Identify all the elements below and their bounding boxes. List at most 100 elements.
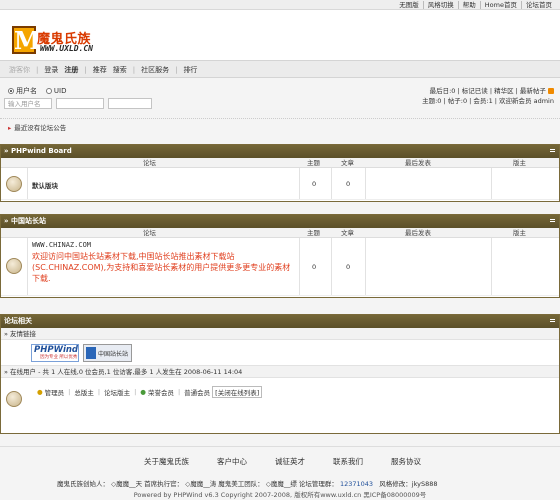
forum-icon [6, 258, 22, 274]
radio-username-label: 用户名 [16, 87, 37, 95]
honor-icon: ● [140, 388, 146, 396]
forum-name[interactable]: 默认版块 [32, 180, 58, 190]
board-chinaz: » 中国站长站 论坛 主题 文章 最后发表 版主 WWW.CHINAZ.COM … [0, 214, 560, 298]
no-image-link[interactable]: 无图版 [395, 1, 423, 9]
col-posts: 文章 [341, 159, 354, 167]
captcha-input[interactable] [108, 98, 152, 109]
nav-ranking[interactable]: 排行 [180, 65, 200, 75]
nav-register[interactable]: 注册 [61, 65, 81, 75]
board-title: » PHPwind Board [1, 145, 559, 158]
friend-links-row: PHPWind 因为专业 所以优秀 中国站长站 [1, 340, 559, 366]
mark-read-link[interactable]: 标记已读 [462, 87, 488, 95]
collapse-icon[interactable] [550, 219, 555, 222]
staff-line: 魔鬼氏族创始人： ◇魔魔__天 首席执行官： ◇魔魔__涛 魔鬼美工团队： ◇魔… [57, 478, 438, 488]
announcement-bar: ▸ 最近没有论坛公告 [0, 118, 560, 132]
nav-separator: | [132, 66, 136, 74]
forum-home-link[interactable]: 论坛首页 [521, 1, 556, 9]
col-forum: 论坛 [143, 229, 156, 237]
online-users-row: ● 管理员 | 总版主 | 论坛版主 | ● 荣誉会员 | 普通会员 [关闭在线列表… [1, 378, 559, 432]
legend-member: 普通会员 [184, 389, 211, 397]
radio-uid[interactable] [45, 88, 52, 94]
nav-search[interactable]: 搜索 [110, 65, 130, 75]
logo-url: WWW.UXLD.CN [40, 44, 93, 53]
footer-links: 关于魔鬼氏族 客户中心 诚征英才 联系我们 服务协议 [130, 456, 435, 467]
legend-admin: 管理员 [44, 389, 65, 397]
col-mod: 版主 [513, 159, 526, 167]
radio-uid-label: UID [53, 87, 67, 95]
username-input[interactable]: 输入用户名 [4, 98, 52, 109]
forum-name[interactable]: WWW.CHINAZ.COM [32, 241, 91, 249]
forum-icon [6, 176, 22, 192]
forum-related: 论坛相关 » 友情链接 PHPWind 因为专业 所以优秀 中国站长站 » 在线… [0, 314, 560, 434]
radio-username[interactable] [8, 88, 14, 94]
nav-separator: | [84, 66, 87, 74]
col-mod: 版主 [513, 229, 526, 237]
board-title: » 中国站长站 [1, 215, 559, 228]
footer-contact[interactable]: 联系我们 [319, 456, 377, 467]
collapse-icon[interactable] [550, 149, 555, 152]
legend-super-mod: 总版主 [74, 389, 94, 397]
main-nav: 游客你 | 登录 注册 | 推荐 搜索 | 社区服务 | 排行 [0, 60, 560, 78]
online-legend: ● 管理员 | 总版主 | 论坛版主 | ● 荣誉会员 | 普通会员 [关闭在线列表… [37, 386, 263, 398]
stats-summary: 主题:0 | 帖子:0 | 会员:1 | 欢迎新会员 admin [422, 97, 554, 105]
phpwind-badge-sub: 因为专业 所以优秀 [40, 355, 78, 360]
col-last: 最后发表 [405, 159, 431, 167]
table-row: WWW.CHINAZ.COM 欢迎访问中国站长站素材下载,中国站长站推出素材下载… [1, 238, 559, 296]
chinaz-badge[interactable]: 中国站长站 [83, 344, 132, 362]
style-credit: 风格修改：jkyS888 [379, 480, 438, 488]
latest-posts-link[interactable]: 最新帖子 [520, 87, 546, 95]
logo-letter: M [12, 26, 41, 55]
site-logo[interactable]: M 魔鬼氏族 WWW.UXLD.CN [12, 22, 107, 62]
chinaz-badge-text: 中国站长站 [98, 350, 129, 358]
col-posts: 文章 [341, 229, 354, 237]
post-count: 0 [346, 180, 351, 188]
post-count: 0 [346, 263, 351, 271]
online-icon [6, 391, 22, 407]
footer-customer[interactable]: 客户中心 [203, 456, 261, 467]
rss-icon[interactable] [548, 88, 554, 94]
col-topics: 主题 [307, 229, 320, 237]
qq-group[interactable]: 12371043 [340, 480, 373, 488]
password-input[interactable] [56, 98, 104, 109]
forum-stats: 最后日:0 | 标记已读 | 精华区 | 最新帖子 主题:0 | 帖子:0 | … [422, 87, 554, 105]
close-online-list-button[interactable]: [关闭在线列表] [212, 386, 263, 398]
topic-count: 0 [312, 263, 317, 271]
copyright: Powered by PHPWind v6.3 Copyright 2007-2… [133, 491, 427, 499]
guest-label: 游客你 [9, 66, 30, 74]
footer-jobs[interactable]: 诚征英才 [261, 456, 319, 467]
style-switch-link[interactable]: 风格切换 [422, 1, 458, 9]
collapse-icon[interactable] [550, 319, 555, 322]
nav-community[interactable]: 社区服务 [138, 65, 172, 75]
phpwind-badge-text: PHPWind [34, 345, 78, 355]
table-header: 论坛 主题 文章 最后发表 版主 [1, 158, 559, 168]
help-link[interactable]: 帮助 [457, 1, 480, 9]
login-type-selector: 用户名 UID [8, 86, 66, 96]
col-forum: 论坛 [143, 159, 156, 167]
stat-today: 最后日:0 [429, 87, 456, 95]
table-row: 默认版块 0 0 [1, 168, 559, 200]
arrow-icon: ▸ [8, 124, 12, 132]
related-title: 论坛相关 [1, 315, 559, 328]
friend-links-header: » 友情链接 [1, 328, 559, 340]
site-footer: 关于魔鬼氏族 客户中心 诚征英才 联系我们 服务协议 魔鬼氏族创始人： ◇魔魔_… [0, 446, 560, 500]
top-utility-bar: 无图版 风格切换 帮助 Home首页 论坛首页 [0, 0, 560, 10]
forum-description: 欢迎访问中国站长站素材下载,中国站长站推出素材下载站(SC.CHINAZ.COM… [32, 252, 291, 283]
legend-honor: 荣誉会员 [147, 389, 174, 397]
admin-icon: ● [37, 388, 43, 396]
digest-link[interactable]: 精华区 [494, 87, 514, 95]
nav-login[interactable]: 登录 [41, 65, 61, 75]
phpwind-badge[interactable]: PHPWind 因为专业 所以优秀 [31, 344, 79, 362]
footer-about[interactable]: 关于魔鬼氏族 [130, 456, 203, 467]
topic-count: 0 [312, 180, 317, 188]
nav-separator: | [36, 66, 39, 74]
chinaz-logo-icon [86, 347, 96, 359]
nav-recommend[interactable]: 推荐 [90, 65, 110, 75]
related-title-text: 论坛相关 [4, 317, 32, 325]
board-phpwind: » PHPwind Board 论坛 主题 文章 最后发表 版主 默认版块 0 … [0, 144, 560, 202]
footer-terms[interactable]: 服务协议 [377, 456, 435, 467]
table-header: 论坛 主题 文章 最后发表 版主 [1, 228, 559, 238]
home-link[interactable]: Home首页 [479, 1, 521, 9]
nav-separator: | [175, 66, 178, 74]
staff-text: 魔鬼氏族创始人： ◇魔魔__天 首席执行官： ◇魔魔__涛 魔鬼美工团队： ◇魔… [57, 480, 338, 488]
online-users-header: » 在线用户 - 共 1 人在线,0 位会员,1 位访客,最多 1 人发生在 2… [1, 366, 559, 378]
